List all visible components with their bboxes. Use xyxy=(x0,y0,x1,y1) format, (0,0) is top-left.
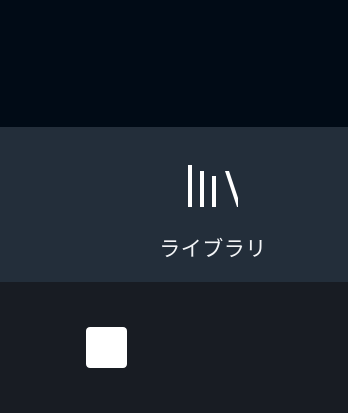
top-area xyxy=(0,0,348,127)
stop-button[interactable] xyxy=(86,327,127,368)
player-bar xyxy=(0,282,348,413)
library-icon xyxy=(188,161,241,217)
navigation-panel: ライブラリ xyxy=(0,127,348,282)
nav-item-library-label: ライブラリ xyxy=(159,237,267,261)
nav-item-library[interactable]: ライブラリ xyxy=(138,147,288,272)
